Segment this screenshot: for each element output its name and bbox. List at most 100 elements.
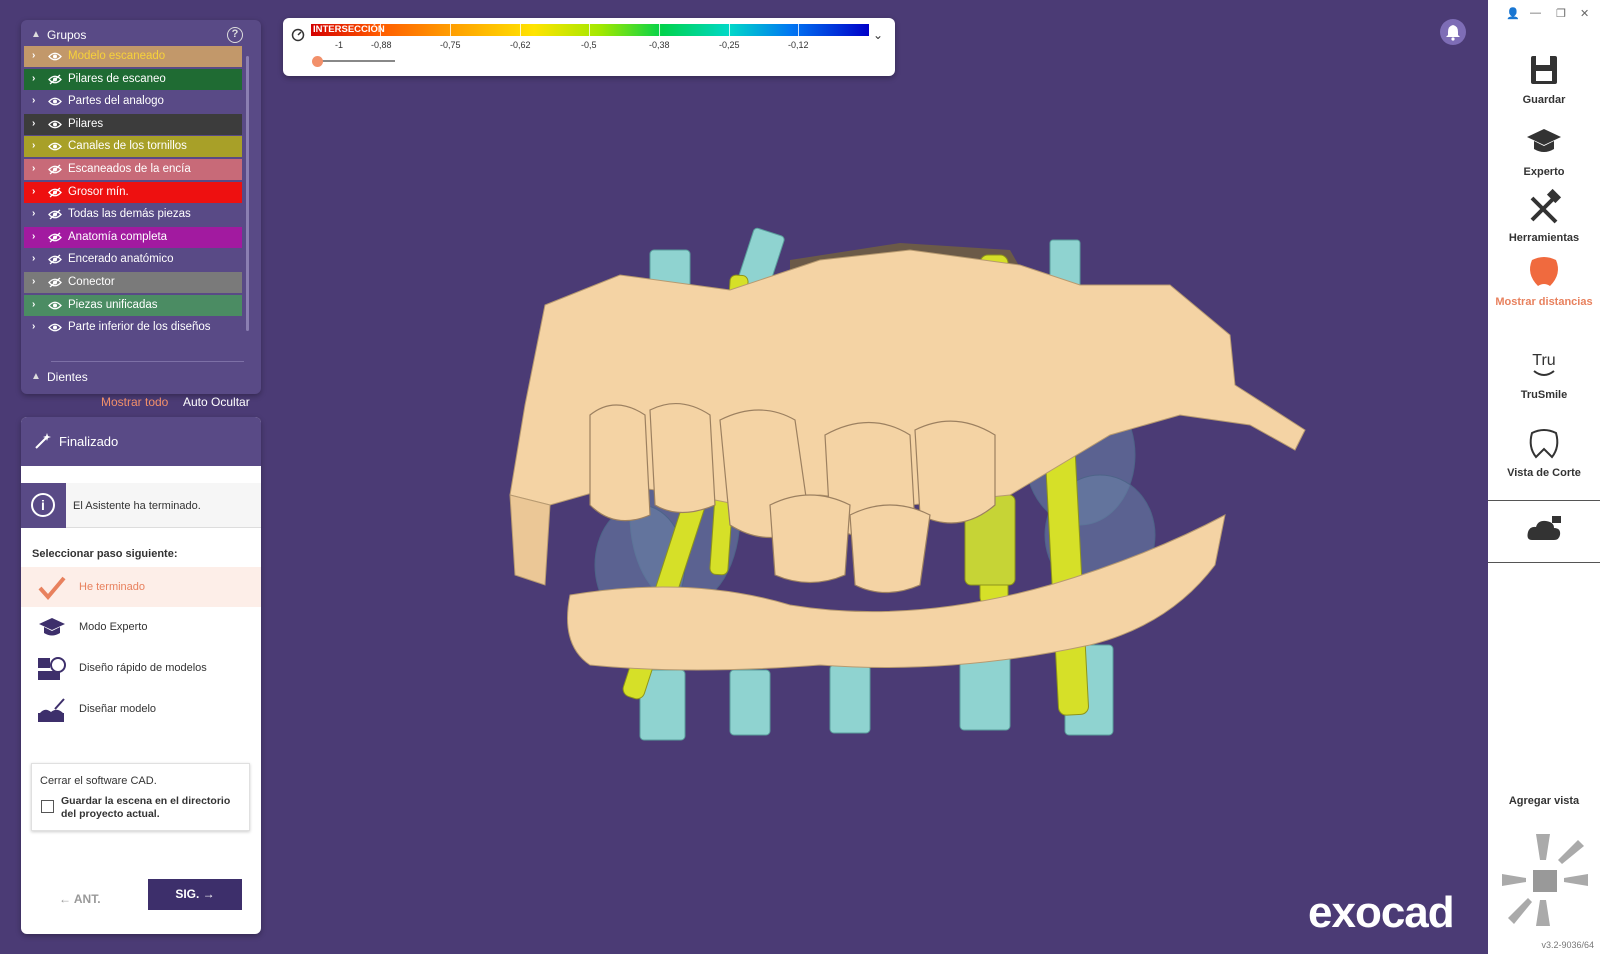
- color-scale-bar: [311, 24, 869, 36]
- chevron-right-icon[interactable]: ›: [32, 253, 35, 264]
- toolbar-label: Vista de Corte: [1507, 467, 1581, 479]
- eye-off-icon[interactable]: [48, 164, 62, 175]
- group-row[interactable]: › Canales de los tornillos: [24, 136, 242, 158]
- group-label: Conector: [68, 276, 115, 288]
- group-label: Partes del analogo: [68, 95, 164, 108]
- group-row[interactable]: › Modelo escaneado: [24, 46, 242, 67]
- group-row[interactable]: › Pilares: [24, 113, 242, 135]
- chevron-right-icon[interactable]: ›: [32, 321, 35, 332]
- groups-scrollbar[interactable]: [246, 56, 249, 331]
- eye-icon[interactable]: [48, 141, 62, 152]
- toolbar-save[interactable]: Guardar: [1488, 50, 1600, 107]
- chevron-right-icon[interactable]: ›: [32, 163, 35, 174]
- close-icon[interactable]: ✕: [1580, 7, 1589, 20]
- scale-label: -0,25: [719, 40, 740, 50]
- option-finished[interactable]: He terminado: [21, 567, 261, 607]
- quick-model-icon: [38, 657, 66, 680]
- group-row[interactable]: › Pilares de escaneo: [24, 68, 242, 90]
- toolbar-tools[interactable]: Herramientas: [1488, 188, 1600, 245]
- dental-model-render[interactable]: [490, 205, 1330, 765]
- next-button[interactable]: SIG. →: [148, 879, 242, 910]
- group-row[interactable]: › Todas las demás piezas: [24, 204, 242, 226]
- teeth-section-label[interactable]: Dientes: [47, 370, 88, 384]
- group-label: Piezas unificadas: [68, 298, 158, 311]
- save-scene-checkbox[interactable]: [41, 800, 54, 813]
- chevron-right-icon[interactable]: ›: [32, 208, 35, 219]
- color-scale-panel: INTERSECCIÓN -1 -0,88 -0,75 -0,62 -0,5 -…: [283, 18, 895, 76]
- group-row[interactable]: › Parte inferior de los diseños: [24, 317, 242, 339]
- option-design-model[interactable]: Diseñar modelo: [21, 689, 261, 729]
- eye-off-icon[interactable]: [48, 254, 62, 265]
- eye-icon[interactable]: [48, 51, 62, 62]
- groups-panel: ▲ Grupos ? › Modelo escaneado › Pilares de …: [21, 20, 261, 409]
- show-all-button[interactable]: Mostrar todo: [101, 395, 168, 409]
- group-row[interactable]: › Anatomía completa: [24, 226, 242, 248]
- threshold-slider[interactable]: [317, 60, 395, 62]
- graduation-cap-icon: [1527, 129, 1561, 152]
- previous-button[interactable]: ← ANT.: [59, 892, 101, 906]
- group-label: Canales de los tornillos: [68, 140, 187, 153]
- group-row[interactable]: › Piezas unificadas: [24, 294, 242, 316]
- chevron-right-icon[interactable]: ›: [32, 276, 35, 287]
- scale-label: -0,5: [581, 40, 597, 50]
- save-icon: [1531, 56, 1557, 84]
- user-icon[interactable]: 👤: [1506, 7, 1520, 20]
- divider: [51, 361, 244, 362]
- group-row[interactable]: › Encerado anatómico: [24, 249, 242, 271]
- add-view-button[interactable]: Agregar vista: [1488, 795, 1600, 807]
- chevron-up-icon[interactable]: ▲: [31, 29, 41, 40]
- eye-icon[interactable]: [48, 322, 62, 333]
- scale-label: -0,38: [649, 40, 670, 50]
- chevron-right-icon[interactable]: ›: [32, 140, 35, 151]
- auto-hide-button[interactable]: Auto Ocultar: [183, 395, 250, 409]
- chevron-right-icon[interactable]: ›: [32, 231, 35, 242]
- option-expert-mode[interactable]: Modo Experto: [21, 607, 261, 647]
- slider-thumb[interactable]: [312, 56, 323, 67]
- chevron-right-icon[interactable]: ›: [32, 186, 35, 197]
- chevron-up-icon[interactable]: ▲: [31, 371, 41, 382]
- group-row[interactable]: › Partes del analogo: [24, 91, 242, 113]
- chevron-down-icon[interactable]: ⌄: [873, 28, 883, 42]
- notification-bell-icon[interactable]: [1440, 19, 1466, 45]
- toolbar-show-distances[interactable]: Mostrar distancias: [1488, 252, 1600, 309]
- next-step-label: Seleccionar paso siguiente:: [32, 548, 178, 560]
- gauge-icon[interactable]: [291, 28, 305, 42]
- save-scene-label[interactable]: Guardar la escena en el directorio del p…: [61, 795, 241, 821]
- design-model-icon: [38, 698, 65, 722]
- toolbar-section-view[interactable]: Vista de Corte: [1488, 423, 1600, 480]
- toolbar-label: TruSmile: [1520, 389, 1568, 401]
- eye-icon[interactable]: [48, 96, 62, 107]
- option-label: Modo Experto: [79, 621, 148, 633]
- help-icon[interactable]: ?: [227, 27, 243, 43]
- view-cube-icon[interactable]: [1500, 832, 1590, 928]
- eye-icon[interactable]: [48, 300, 62, 311]
- scale-label: -0,12: [788, 40, 809, 50]
- chevron-right-icon[interactable]: ›: [32, 118, 35, 129]
- restore-icon[interactable]: ❐: [1556, 7, 1566, 20]
- toolbar-trusmile[interactable]: Tru TruSmile: [1488, 345, 1600, 402]
- eye-icon[interactable]: [48, 119, 62, 130]
- toolbar-ai-cloud[interactable]: [1488, 510, 1600, 550]
- eye-off-icon[interactable]: [48, 74, 62, 85]
- chevron-right-icon[interactable]: ›: [32, 73, 35, 84]
- eye-off-icon[interactable]: [48, 232, 62, 243]
- group-label: Parte inferior de los diseños: [68, 321, 211, 334]
- toolbar-label: Herramientas: [1508, 232, 1580, 244]
- toolbar-label: Mostrar distancias: [1495, 296, 1593, 308]
- wizard-panel: Finalizado i El Asistente ha terminado. …: [21, 417, 261, 934]
- eye-off-icon[interactable]: [48, 209, 62, 220]
- group-row[interactable]: › Grosor mín.: [24, 181, 242, 203]
- chevron-right-icon[interactable]: ›: [32, 299, 35, 310]
- eye-off-icon[interactable]: [48, 277, 62, 288]
- toolbar-expert[interactable]: Experto: [1488, 122, 1600, 179]
- toolbar-label: Guardar: [1522, 94, 1566, 106]
- option-label: Diseñar modelo: [79, 703, 157, 715]
- group-row[interactable]: › Conector: [24, 272, 242, 293]
- chevron-right-icon[interactable]: ›: [32, 95, 35, 106]
- minimize-icon[interactable]: —: [1530, 7, 1541, 19]
- option-quick-model[interactable]: Diseño rápido de modelos: [21, 648, 261, 688]
- chevron-right-icon[interactable]: ›: [32, 50, 35, 61]
- groups-header[interactable]: ▲ Grupos ?: [21, 24, 261, 46]
- group-row[interactable]: › Escaneados de la encía: [24, 159, 242, 180]
- eye-off-icon[interactable]: [48, 187, 62, 198]
